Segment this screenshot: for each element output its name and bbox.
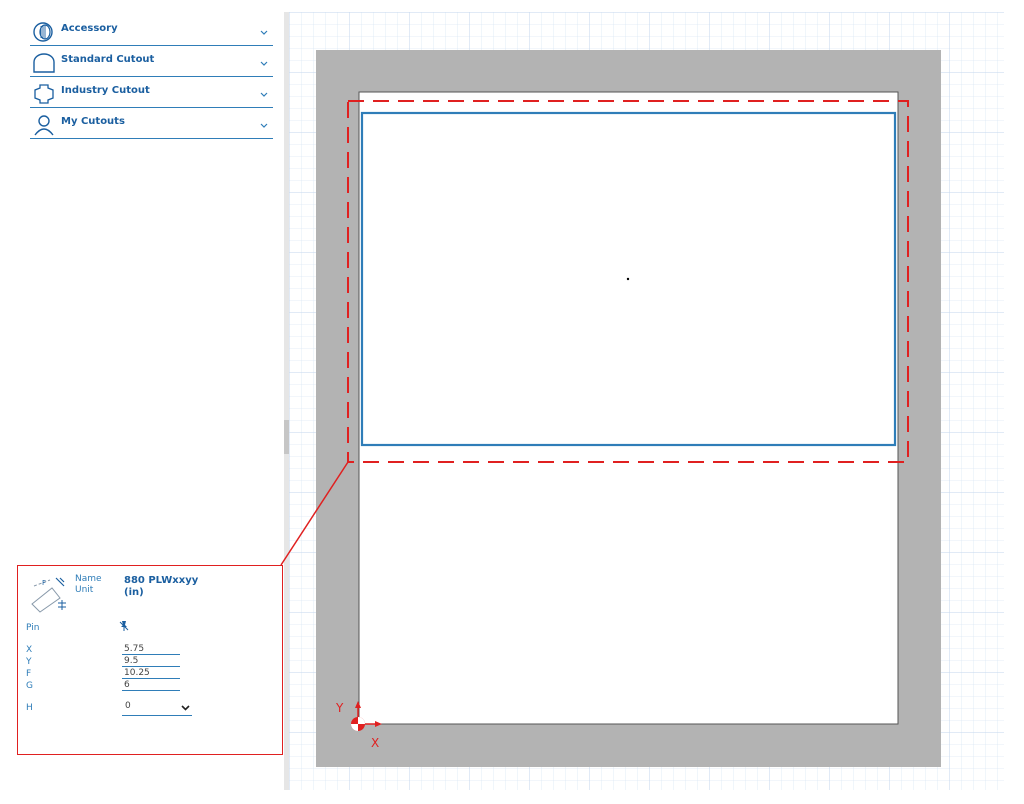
h-label: H [26, 703, 33, 713]
unit-value: (in) [124, 587, 144, 598]
pin-label: Pin [26, 623, 40, 633]
y-label: Y [26, 657, 32, 667]
cutout-center-point [626, 277, 630, 281]
accordion-standard-cutout[interactable]: Standard Cutout [30, 48, 273, 77]
g-field[interactable] [122, 679, 180, 691]
user-icon [34, 115, 54, 136]
chevron-down-icon [181, 705, 190, 711]
f-field[interactable] [122, 667, 180, 679]
unit-label: Unit [75, 585, 94, 595]
h-select[interactable]: 0 [122, 701, 192, 716]
x-field[interactable] [122, 643, 180, 655]
f-label: F [26, 669, 32, 679]
accordion-my-cutouts-label: My Cutouts [61, 116, 125, 127]
accordion-standard-cutout-label: Standard Cutout [61, 54, 155, 65]
name-label: Name [75, 574, 102, 584]
properties-panel: F Name 880 PLWxxyy Unit (in) Pin X Y F G… [17, 565, 283, 755]
pin-icon[interactable] [119, 620, 129, 632]
chevron-down-icon [260, 30, 268, 35]
accordion-my-cutouts[interactable]: My Cutouts [30, 110, 273, 139]
chevron-down-icon [260, 92, 268, 97]
industry-cutout-icon [34, 84, 54, 104]
x-label: X [26, 645, 33, 655]
accordion-industry-cutout-label: Industry Cutout [61, 85, 150, 96]
y-field[interactable] [122, 655, 180, 667]
chevron-down-icon [260, 123, 268, 128]
accordion-industry-cutout[interactable]: Industry Cutout [30, 79, 273, 108]
chevron-down-icon [260, 61, 268, 66]
accessory-icon [33, 22, 53, 42]
h-select-value: 0 [125, 701, 131, 711]
axis-x-label: X [371, 736, 379, 750]
name-value: 880 PLWxxyy [124, 575, 199, 586]
cutout-dimension-icon: F [31, 577, 66, 613]
accordion-accessory-label: Accessory [61, 23, 118, 34]
standard-cutout-icon [33, 53, 55, 73]
accordion-accessory[interactable]: Accessory [30, 17, 273, 46]
svg-text:F: F [42, 579, 46, 587]
g-label: G [26, 681, 33, 691]
design-canvas[interactable]: Y X [289, 12, 1004, 790]
axis-y-label: Y [335, 701, 344, 715]
